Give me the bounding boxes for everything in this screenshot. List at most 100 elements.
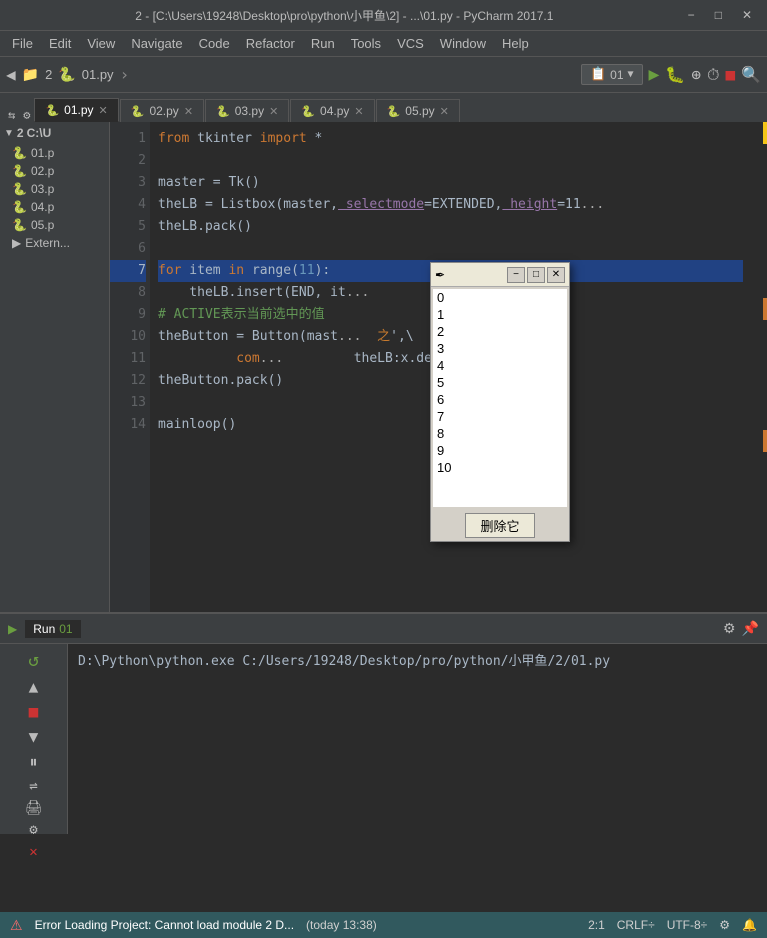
run-config-icon: 📋 <box>590 67 606 82</box>
tab-04py[interactable]: 🐍 04.py ✕ <box>290 99 374 122</box>
right-gutter <box>751 122 767 612</box>
run-stop-icon[interactable]: ■ <box>29 702 39 721</box>
run-tab[interactable]: Run 01 <box>25 620 80 638</box>
float-minimize-button[interactable]: − <box>507 267 525 283</box>
sidebar-file-04: 04.p <box>31 200 54 214</box>
list-item-1[interactable]: 1 <box>433 306 567 323</box>
delete-button[interactable]: 删除它 <box>465 513 534 538</box>
tab-05py[interactable]: 🐍 05.py ✕ <box>376 99 460 122</box>
run-wrap-icon[interactable]: ⇌ <box>29 778 37 794</box>
sidebar-item-05p[interactable]: 🐍 05.p <box>0 216 109 234</box>
coverage-button[interactable]: ⊕ <box>691 65 701 84</box>
run-label: Run <box>33 622 55 636</box>
toolbar-file-icon: 🐍 <box>58 67 75 83</box>
sidebar-file-02: 02.p <box>31 164 54 178</box>
sidebar-arrow[interactable]: ▼ <box>4 128 14 139</box>
tab-close-04[interactable]: ✕ <box>354 105 363 118</box>
tab-close-03[interactable]: ✕ <box>269 105 278 118</box>
menu-navigate[interactable]: Navigate <box>123 34 190 53</box>
search-button[interactable]: 🔍 <box>741 65 761 84</box>
tab-close-01[interactable]: ✕ <box>99 104 108 117</box>
external-label: Extern... <box>25 236 70 250</box>
file-icon-04: 🐍 <box>12 200 27 214</box>
run-settings2-icon[interactable]: ⚙ <box>29 822 37 838</box>
run-button[interactable]: ▶ <box>649 64 660 85</box>
file-icon-01: 🐍 <box>12 146 27 160</box>
sidebar-item-external[interactable]: ▶ Extern... <box>0 234 109 252</box>
float-listbox[interactable]: 0 1 2 3 4 5 6 7 8 9 10 <box>433 289 567 507</box>
sidebar-item-02p[interactable]: 🐍 02.p <box>0 162 109 180</box>
tab-nav-settings[interactable]: ⚙ <box>19 108 34 122</box>
run-scroll-up-icon[interactable]: ▲ <box>29 677 39 696</box>
list-item-0[interactable]: 0 <box>433 289 567 306</box>
run-print-icon[interactable]: 🖨 <box>25 800 43 816</box>
close-button[interactable]: ✕ <box>735 6 759 24</box>
menu-vcs[interactable]: VCS <box>389 34 432 53</box>
stop-button[interactable]: ■ <box>725 65 735 84</box>
menu-tools[interactable]: Tools <box>343 34 389 53</box>
tabs-bar: ⇆ ⚙ 🐍 01.py ✕ 🐍 02.py ✕ 🐍 03.py ✕ 🐍 04.p… <box>0 92 767 122</box>
tab-icon-04: 🐍 <box>301 105 315 118</box>
run-pin-icon[interactable]: 📌 <box>742 620 759 637</box>
run-config-dropdown-icon[interactable]: ▼ <box>628 69 634 80</box>
sidebar-item-01p[interactable]: 🐍 01.p <box>0 144 109 162</box>
list-item-9[interactable]: 9 <box>433 442 567 459</box>
menu-file[interactable]: File <box>4 34 41 53</box>
run-settings-icon[interactable]: ⚙ <box>723 620 736 637</box>
debug-button[interactable]: 🐛 <box>665 65 685 84</box>
run-scroll-down-icon[interactable]: ▼ <box>29 727 39 746</box>
project-number: 2 <box>45 67 52 82</box>
list-item-3[interactable]: 3 <box>433 340 567 357</box>
float-maximize-button[interactable]: □ <box>527 267 545 283</box>
code-editor[interactable]: 1 2 3 4 5 6 7 8 9 10 11 12 13 14 from tk… <box>110 122 767 612</box>
toolbar-back-icon[interactable]: ◀ <box>6 65 16 84</box>
sidebar-item-04p[interactable]: 🐍 04.p <box>0 198 109 216</box>
maximize-button[interactable]: □ <box>708 6 729 24</box>
run-panel: ▶ Run 01 ⚙ 📌 ↺ ▲ ■ ▼ ⏸ ⇌ 🖨 ⚙ ✕ D:\Python… <box>0 612 767 832</box>
sidebar: ▼ 2 C:\U 🐍 01.p 🐍 02.p 🐍 03.p 🐍 04.p 🐍 0… <box>0 122 110 612</box>
run-content-area: ↺ ▲ ■ ▼ ⏸ ⇌ 🖨 ⚙ ✕ D:\Python\python.exe C… <box>0 644 767 834</box>
menu-refactor[interactable]: Refactor <box>238 34 303 53</box>
tab-close-05[interactable]: ✕ <box>440 105 449 118</box>
run-config-selector[interactable]: 📋 01 ▼ <box>581 64 643 85</box>
menu-run[interactable]: Run <box>303 34 343 53</box>
menu-window[interactable]: Window <box>432 34 494 53</box>
run-close-icon[interactable]: ✕ <box>29 844 37 860</box>
run-pause-icon[interactable]: ⏸ <box>29 752 37 772</box>
run-restart-icon[interactable]: ↺ <box>28 650 39 671</box>
status-notification-icon[interactable]: 🔔 <box>742 918 757 932</box>
minimize-button[interactable]: − <box>681 6 702 24</box>
menu-view[interactable]: View <box>79 34 123 53</box>
tab-nav-left[interactable]: ⇆ <box>4 108 19 122</box>
line-numbers: 1 2 3 4 5 6 7 8 9 10 11 12 13 14 <box>110 122 150 612</box>
tab-03py[interactable]: 🐍 03.py ✕ <box>205 99 289 122</box>
list-item-6[interactable]: 6 <box>433 391 567 408</box>
menu-help[interactable]: Help <box>494 34 537 53</box>
tab-close-02[interactable]: ✕ <box>184 105 193 118</box>
run-output-text: D:\Python\python.exe C:/Users/19248/Desk… <box>78 654 610 669</box>
list-item-4[interactable]: 4 <box>433 357 567 374</box>
menu-edit[interactable]: Edit <box>41 34 79 53</box>
title-text: 2 - [C:\Users\19248\Desktop\pro\python\小… <box>8 7 681 24</box>
list-item-5[interactable]: 5 <box>433 374 567 391</box>
sidebar-path: C:\U <box>27 126 52 140</box>
status-encoding[interactable]: UTF-8÷ <box>667 918 708 932</box>
menu-code[interactable]: Code <box>191 34 238 53</box>
status-time: (today 13:38) <box>306 918 377 932</box>
list-item-7[interactable]: 7 <box>433 408 567 425</box>
list-item-2[interactable]: 2 <box>433 323 567 340</box>
tab-02py[interactable]: 🐍 02.py ✕ <box>120 99 204 122</box>
status-line-sep[interactable]: CRLF÷ <box>617 918 655 932</box>
toolbar: ◀ 📁 2 🐍 01.py › 📋 01 ▼ ▶ 🐛 ⊕ ⏱ ■ 🔍 <box>0 56 767 92</box>
profile-button[interactable]: ⏱ <box>707 65 719 85</box>
tab-01py[interactable]: 🐍 01.py ✕ <box>34 98 118 122</box>
status-error-text[interactable]: Error Loading Project: Cannot load modul… <box>35 918 294 932</box>
gutter-mark-3 <box>763 430 767 452</box>
list-item-8[interactable]: 8 <box>433 425 567 442</box>
float-close-button[interactable]: ✕ <box>547 267 565 283</box>
sidebar-item-03p[interactable]: 🐍 03.p <box>0 180 109 198</box>
file-icon-05: 🐍 <box>12 218 27 232</box>
feather-icon: ✒ <box>435 268 445 282</box>
status-settings-icon[interactable]: ⚙ <box>719 918 730 932</box>
list-item-10[interactable]: 10 <box>433 459 567 476</box>
